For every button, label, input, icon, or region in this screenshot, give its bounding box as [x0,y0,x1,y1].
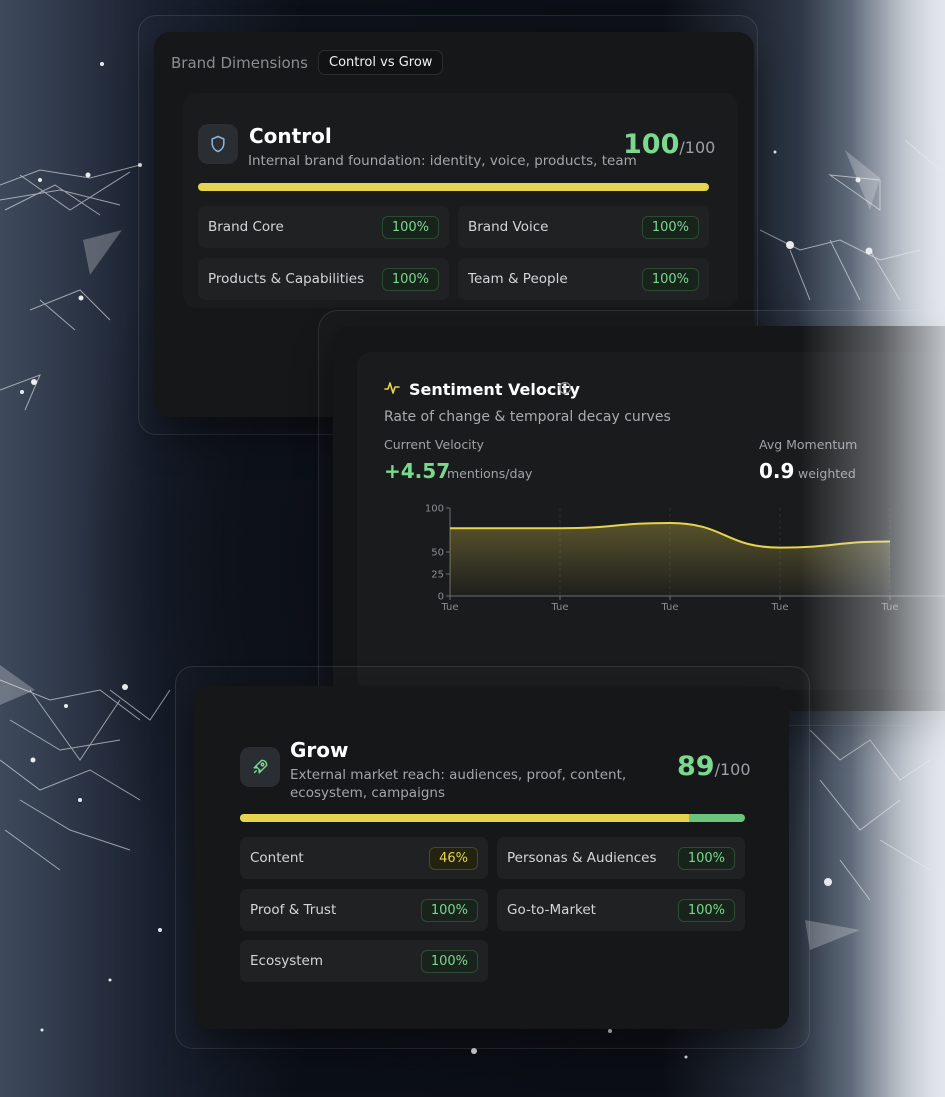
current-velocity-unit: mentions/day [447,466,533,481]
grow-tile[interactable]: Personas & Audiences 100% [497,837,745,879]
rocket-icon [240,747,280,787]
control-tile[interactable]: Team & People 100% [458,258,709,300]
brand-dimensions-title: Brand Dimensions [171,53,308,72]
sentiment-subtitle: Rate of change & temporal decay curves [384,409,671,425]
chart-y-tick-label: 50 [431,548,444,559]
control-tile-value: 100% [641,215,699,239]
grow-subtitle: External market reach: audiences, proof,… [290,767,627,801]
grow-tile-value: 100% [677,846,735,870]
control-progress-bar [198,183,709,191]
control-tile[interactable]: Products & Capabilities 100% [198,258,449,300]
control-title: Control [249,124,332,148]
control-subtitle: Internal brand foundation: identity, voi… [248,153,637,169]
grow-tile-value: 46% [429,846,478,870]
control-tile-value: 100% [381,267,439,291]
grow-tile-value: 100% [677,898,735,922]
chart-x-tick-label: Tue [440,602,458,613]
chart-x-tick-label: Tue [770,602,788,613]
brand-dimensions-header: Brand Dimensions Control vs Grow [171,50,444,75]
chart-y-tick-label: 25 [431,570,444,581]
control-score: 100 /100 [623,129,715,160]
activity-icon [384,380,400,400]
chart-y-tick-label: 100 [425,504,444,515]
control-progress-fill [198,183,709,191]
grow-tile-label: Ecosystem [250,953,324,969]
chart-x-tick-label: Tue [880,602,898,613]
control-vs-grow-toggle[interactable]: Control vs Grow [318,50,444,75]
grow-tile[interactable]: Go-to-Market 100% [497,889,745,931]
avg-momentum-unit: weighted [798,466,856,481]
chart-area-fill [450,522,890,596]
grow-tile-label: Personas & Audiences [507,850,657,866]
current-velocity-value: +4.57 [384,459,451,483]
sentiment-velocity-chart: 10050250Tue Tue Tue Tue Tue [425,504,945,613]
control-tile-label: Brand Core [208,219,284,235]
grow-tile-label: Content [250,850,304,866]
avg-momentum-value: 0.9 [759,459,795,483]
chart-x-tick-label: Tue [550,602,568,613]
current-velocity-label: Current Velocity [384,437,484,452]
control-tile-label: Team & People [468,271,568,287]
chart-y-tick-label: 0 [438,592,444,603]
control-tile-label: Products & Capabilities [208,271,365,287]
control-tile-value: 100% [641,267,699,291]
grow-tile-label: Proof & Trust [250,902,337,918]
control-score-max: /100 [679,138,716,157]
grow-tile[interactable]: Proof & Trust 100% [240,889,488,931]
grow-tile[interactable]: Ecosystem 100% [240,940,488,982]
info-icon[interactable]: i [559,382,571,394]
sentiment-title: Sentiment Velocity [409,380,580,399]
grow-progress-bar [240,814,745,822]
avg-momentum-label: Avg Momentum [759,437,858,452]
control-tile-label: Brand Voice [468,219,549,235]
grow-score: 89 /100 [677,751,751,782]
grow-tile[interactable]: Content 46% [240,837,488,879]
grow-title: Grow [290,738,349,762]
grow-progress-fill [240,814,690,822]
chart-x-tick-label: Tue [660,602,678,613]
grow-score-max: /100 [714,760,751,779]
shield-icon [198,124,238,164]
control-tile[interactable]: Brand Voice 100% [458,206,709,248]
grow-tile-value: 100% [420,949,478,973]
grow-score-value: 89 [677,751,715,782]
grow-tile-label: Go-to-Market [507,902,596,918]
grow-tile-value: 100% [420,898,478,922]
control-tile-value: 100% [381,215,439,239]
control-tile[interactable]: Brand Core 100% [198,206,449,248]
control-score-value: 100 [623,129,680,160]
